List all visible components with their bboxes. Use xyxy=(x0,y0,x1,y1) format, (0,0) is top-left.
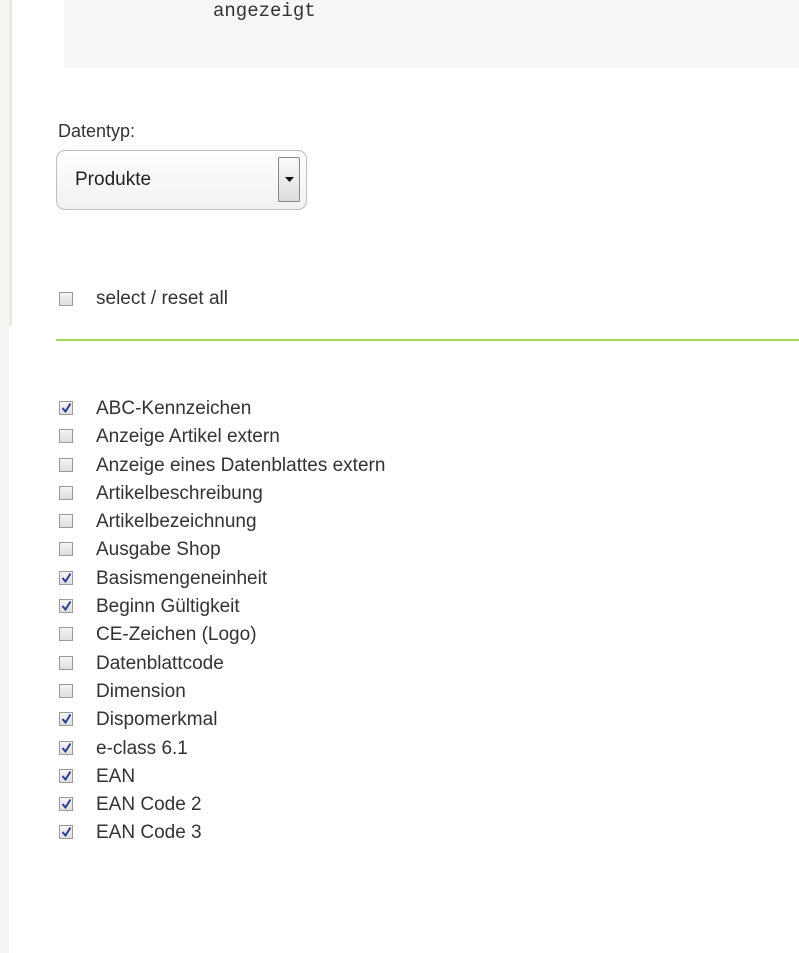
field-option-row[interactable]: ABC-Kennzeichen xyxy=(58,397,758,425)
checkmark-icon xyxy=(61,714,72,725)
field-checkbox[interactable] xyxy=(59,797,73,812)
field-option-row[interactable]: e-class 6.1 xyxy=(58,737,758,765)
divider xyxy=(56,339,799,341)
field-option-row[interactable]: Artikelbezeichnung xyxy=(58,510,758,538)
field-label: Anzeige Artikel extern xyxy=(96,426,280,448)
checkmark-icon xyxy=(61,601,72,612)
field-option-row[interactable]: Anzeige eines Datenblattes extern xyxy=(58,454,758,482)
datentyp-label: Datentyp: xyxy=(58,121,136,141)
field-label: Dimension xyxy=(96,680,186,702)
field-checkbox[interactable] xyxy=(59,599,73,614)
field-checkbox[interactable] xyxy=(59,740,73,755)
checkmark-icon xyxy=(61,742,72,753)
field-option-row[interactable]: Artikelbeschreibung xyxy=(58,482,758,510)
field-label: Datenblattcode xyxy=(96,652,224,674)
field-checkbox[interactable] xyxy=(59,570,73,585)
field-checkbox[interactable] xyxy=(59,457,73,472)
field-label: e-class 6.1 xyxy=(96,737,188,759)
checkmark-icon xyxy=(61,799,72,810)
field-checkbox[interactable] xyxy=(59,514,73,529)
field-checkbox[interactable] xyxy=(59,825,73,840)
field-checkbox[interactable] xyxy=(59,542,73,557)
field-checkbox[interactable] xyxy=(59,401,73,415)
code-block: angezeigt xyxy=(64,0,799,68)
select-all-label: select / reset all xyxy=(96,288,228,309)
select-all-row[interactable]: select / reset all xyxy=(58,288,458,312)
field-checkbox-list: ABC-Kennzeichen Anzeige Artikel extern Anz… xyxy=(58,397,758,850)
datentyp-select[interactable]: Produkte xyxy=(56,150,307,210)
field-option-row[interactable]: Beginn Gültigkeit xyxy=(58,595,758,623)
checkmark-icon xyxy=(61,827,72,838)
field-label: EAN xyxy=(96,765,136,787)
field-label: Beginn Gültigkeit xyxy=(96,596,240,618)
field-option-row[interactable]: Dimension xyxy=(58,680,758,708)
field-label: ABC-Kennzeichen xyxy=(96,398,252,419)
field-label: Dispomerkmal xyxy=(96,709,218,731)
field-checkbox[interactable] xyxy=(59,712,73,727)
field-label: CE-Zeichen (Logo) xyxy=(96,624,257,646)
field-option-row[interactable]: CE-Zeichen (Logo) xyxy=(58,623,758,651)
checkmark-icon xyxy=(61,402,72,414)
page: angezeigt Datentyp: Produkte select / re… xyxy=(0,0,799,953)
field-option-row[interactable]: EAN Code 2 xyxy=(58,793,758,821)
checkmark-icon xyxy=(61,770,72,782)
field-checkbox[interactable] xyxy=(59,683,73,698)
field-label: EAN Code 2 xyxy=(96,794,202,816)
field-option-row[interactable]: Anzeige Artikel extern xyxy=(58,425,758,453)
field-checkbox[interactable] xyxy=(59,429,73,444)
datentyp-select-value: Produkte xyxy=(75,169,152,190)
field-checkbox[interactable] xyxy=(59,485,73,500)
chevron-down-icon xyxy=(285,177,294,182)
left-rail-accent xyxy=(9,0,12,326)
field-label: Ausgabe Shop xyxy=(96,539,221,561)
field-checkbox[interactable] xyxy=(59,655,73,670)
dropdown-arrow-button[interactable] xyxy=(278,157,300,202)
field-option-row[interactable]: Dispomerkmal xyxy=(58,708,758,736)
field-label: Anzeige eines Datenblattes extern xyxy=(96,454,386,476)
field-checkbox[interactable] xyxy=(59,627,73,642)
field-label: Artikelbezeichnung xyxy=(96,511,257,533)
select-all-checkbox[interactable] xyxy=(59,292,73,306)
checkmark-icon xyxy=(61,572,72,583)
field-label: EAN Code 3 xyxy=(96,822,202,844)
field-option-row[interactable]: EAN xyxy=(58,765,758,793)
field-label: Artikelbeschreibung xyxy=(96,482,263,504)
code-line: angezeigt xyxy=(213,0,316,22)
field-option-row[interactable]: Basismengeneinheit xyxy=(58,567,758,595)
field-option-row[interactable]: Datenblattcode xyxy=(58,652,758,680)
field-option-row[interactable]: Ausgabe Shop xyxy=(58,538,758,566)
left-rail xyxy=(0,0,9,953)
field-checkbox[interactable] xyxy=(59,768,73,783)
field-option-row[interactable]: EAN Code 3 xyxy=(58,821,758,849)
field-label: Basismengeneinheit xyxy=(96,567,268,589)
